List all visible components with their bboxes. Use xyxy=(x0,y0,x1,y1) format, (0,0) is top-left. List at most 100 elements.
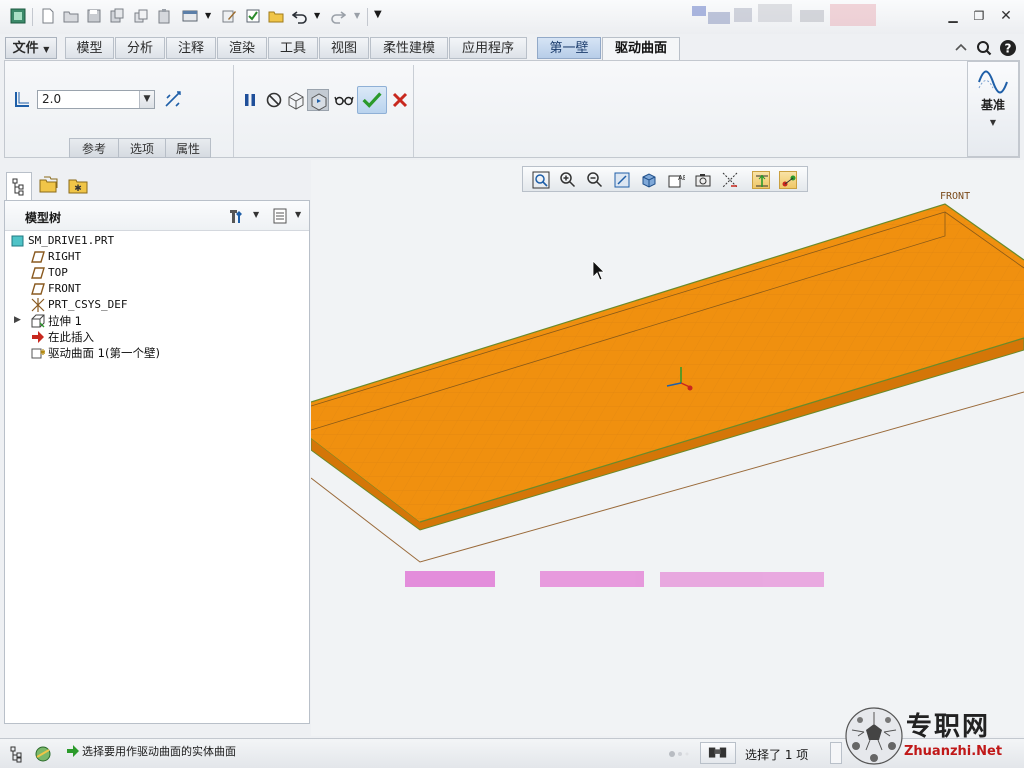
tree-item-extrude[interactable]: ▶ 拉伸 1 xyxy=(5,313,305,329)
settings-dropdown-arrow[interactable]: ▼ xyxy=(253,210,259,219)
tree-item-label: SM_DRIVE1.PRT xyxy=(28,234,115,247)
tab-applications[interactable]: 应用程序 xyxy=(449,37,527,59)
copy-icon[interactable] xyxy=(133,8,149,24)
drive-surface-icon: ✱ xyxy=(31,346,47,360)
collapse-ribbon-icon[interactable] xyxy=(952,39,970,57)
filter-dropdown[interactable] xyxy=(830,742,842,764)
settings-tools-icon[interactable] xyxy=(227,207,245,225)
tree-item-insert-here[interactable]: 在此插入 xyxy=(5,329,305,345)
tree-item-top[interactable]: TOP xyxy=(5,265,305,281)
watermark-logo: 专职网 Zhuanzhi.Net xyxy=(842,700,1024,768)
datum-plane-icon xyxy=(31,250,45,264)
tab-view[interactable]: 视图 xyxy=(319,37,369,59)
watermark-cn: 专职网 xyxy=(906,712,991,742)
tree-item-label: 驱动曲面 1(第一个壁) xyxy=(48,346,160,360)
status-message: 选择要用作驱动曲面的实体曲面 xyxy=(82,745,236,758)
tree-item-drive-surface[interactable]: ✱ 驱动曲面 1(第一个壁) xyxy=(5,345,305,361)
thickness-input[interactable]: 2.0 ▼ xyxy=(37,90,155,109)
thickness-value: 2.0 xyxy=(42,92,62,106)
expand-arrow-icon[interactable]: ▶ xyxy=(14,315,21,325)
show-dropdown-arrow[interactable]: ▼ xyxy=(295,210,301,219)
show-navigator-icon[interactable] xyxy=(8,744,28,764)
title-bar: ▼ ▼ ▼ ▼ ▁ ❐ ✕ xyxy=(0,0,1024,34)
tab-references[interactable]: 参考 xyxy=(69,138,119,158)
tab-options[interactable]: 选项 xyxy=(118,138,166,158)
verify-preview-icon[interactable] xyxy=(307,89,329,111)
windows-dropdown-arrow[interactable]: ▼ xyxy=(205,11,211,20)
folder-browser-tab[interactable] xyxy=(36,172,62,200)
pause-icon[interactable] xyxy=(239,89,261,111)
refit-icon[interactable] xyxy=(532,171,550,189)
tab-properties[interactable]: 属性 xyxy=(165,138,211,158)
insert-here-arrow-icon xyxy=(31,330,45,344)
svg-text:AB: AB xyxy=(678,174,685,182)
edit-icon[interactable] xyxy=(221,8,237,24)
search-icon[interactable] xyxy=(975,39,993,57)
check-model-icon[interactable] xyxy=(245,8,261,24)
tab-drive-surface[interactable]: 驱动曲面 xyxy=(602,37,680,61)
tree-item-part[interactable]: SM_DRIVE1.PRT xyxy=(5,233,305,249)
new-file-icon[interactable] xyxy=(40,8,56,24)
spin-center-icon[interactable] xyxy=(779,171,797,189)
saved-orientations-icon[interactable]: AB xyxy=(667,171,688,189)
redo-icon[interactable] xyxy=(330,8,347,24)
paste-icon[interactable] xyxy=(156,8,172,24)
svg-text:?: ? xyxy=(1005,42,1012,56)
tab-render[interactable]: 渲染 xyxy=(217,37,267,59)
tree-item-right[interactable]: RIGHT xyxy=(5,249,305,265)
regenerate-icon[interactable] xyxy=(109,8,125,24)
show-browser-icon[interactable] xyxy=(33,744,53,764)
datum-plane-icon xyxy=(31,266,45,280)
tab-analysis[interactable]: 分析 xyxy=(115,37,165,59)
undo-dropdown-arrow[interactable]: ▼ xyxy=(314,11,320,20)
open-folder-icon[interactable] xyxy=(63,8,79,24)
ok-button[interactable] xyxy=(357,86,387,114)
message-arrow-icon xyxy=(66,744,80,758)
model-tree-tab[interactable] xyxy=(6,172,32,200)
tab-first-wall[interactable]: 第一壁 xyxy=(537,37,601,59)
selection-filter-button[interactable] xyxy=(700,742,736,764)
close-button[interactable]: ✕ xyxy=(997,9,1015,23)
repaint-icon[interactable] xyxy=(613,171,631,189)
ribbon-panel: 2.0 ▼ 参考 选项 属性 xyxy=(4,60,1020,158)
graphics-area[interactable]: FRONT xyxy=(311,160,1024,736)
mouse-cursor xyxy=(592,260,605,281)
tab-model[interactable]: 模型 xyxy=(65,37,114,59)
zoom-out-icon[interactable] xyxy=(586,171,604,189)
customize-toolbar-arrow[interactable]: ▼ xyxy=(374,9,382,20)
help-icon[interactable]: ? xyxy=(999,39,1017,57)
save-icon[interactable] xyxy=(86,8,102,24)
favorites-tab[interactable]: ✱ xyxy=(66,172,92,200)
flip-thickness-icon[interactable] xyxy=(163,89,183,109)
separate-preview-icon[interactable] xyxy=(285,89,307,111)
tree-item-front[interactable]: FRONT xyxy=(5,281,305,297)
display-style-icon[interactable] xyxy=(640,171,658,189)
no-preview-icon[interactable] xyxy=(263,89,285,111)
chevron-down-icon[interactable]: ▼ xyxy=(139,91,154,108)
cancel-icon[interactable] xyxy=(389,89,411,111)
datum-button[interactable]: 基准 ▼ xyxy=(967,61,1019,157)
zoom-in-icon[interactable] xyxy=(559,171,577,189)
minimize-button[interactable]: ▁ xyxy=(944,9,962,23)
tree-item-label: 在此插入 xyxy=(48,330,94,344)
tab-file-label: 文件 xyxy=(12,41,39,56)
tree-item-csys[interactable]: PRT_CSYS_DEF xyxy=(5,297,305,313)
glasses-preview-icon[interactable] xyxy=(333,89,355,111)
undo-icon[interactable] xyxy=(291,8,308,24)
tab-flexible-modeling[interactable]: 柔性建模 xyxy=(370,37,448,59)
windows-icon[interactable] xyxy=(182,8,198,24)
perspective-icon[interactable] xyxy=(721,171,739,189)
redo-dropdown-arrow[interactable]: ▼ xyxy=(354,11,360,20)
folder-icon[interactable] xyxy=(268,8,284,24)
coordinate-system-icon xyxy=(31,298,45,312)
show-options-icon[interactable] xyxy=(271,207,289,225)
view-manager-icon[interactable] xyxy=(694,171,712,189)
tab-tools[interactable]: 工具 xyxy=(268,37,318,59)
tab-annotate[interactable]: 注释 xyxy=(166,37,216,59)
tab-file[interactable]: 文件 ▼ xyxy=(5,37,57,59)
view-toolbar: AB xyxy=(522,166,808,192)
tree-item-label: 拉伸 1 xyxy=(48,314,82,328)
chevron-down-icon: ▼ xyxy=(43,45,50,54)
datum-display-icon[interactable] xyxy=(752,171,770,189)
maximize-button[interactable]: ❐ xyxy=(970,9,988,23)
